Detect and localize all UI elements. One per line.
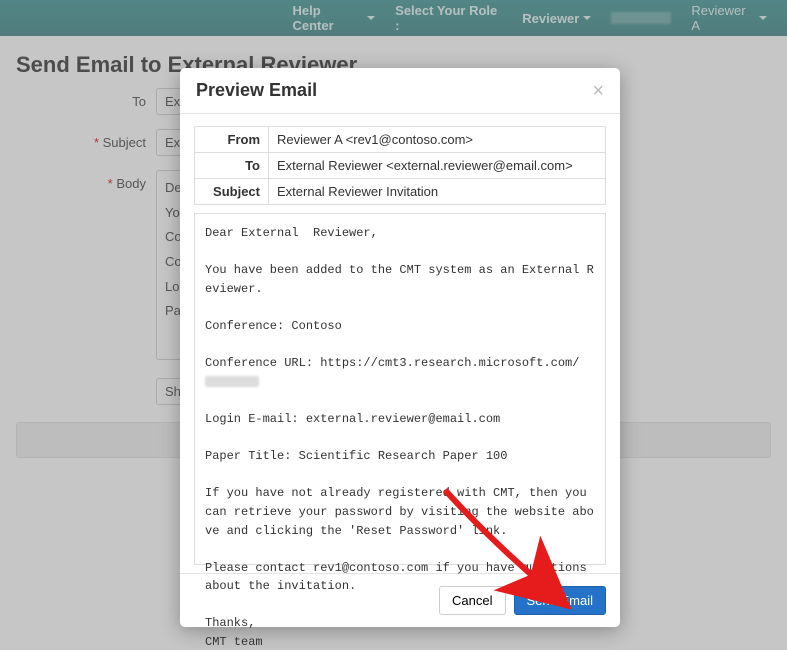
subject-value: External Reviewer Invitation	[269, 179, 605, 204]
to-label: To	[195, 153, 269, 178]
to-value: External Reviewer <external.reviewer@ema…	[269, 153, 605, 178]
from-label: From	[195, 127, 269, 152]
close-icon[interactable]: ×	[592, 81, 604, 101]
preview-email-modal: Preview Email × From Reviewer A <rev1@co…	[180, 68, 620, 627]
modal-header: Preview Email ×	[180, 68, 620, 114]
email-body-preview: Dear External Reviewer, You have been ad…	[194, 213, 606, 565]
modal-body: From Reviewer A <rev1@contoso.com> To Ex…	[180, 114, 620, 573]
subject-label: Subject	[195, 179, 269, 204]
blurred-url-segment	[205, 376, 259, 387]
cancel-button[interactable]: Cancel	[439, 586, 505, 615]
from-value: Reviewer A <rev1@contoso.com>	[269, 127, 605, 152]
send-email-button[interactable]: Send Email	[514, 586, 606, 615]
modal-title: Preview Email	[196, 80, 317, 101]
